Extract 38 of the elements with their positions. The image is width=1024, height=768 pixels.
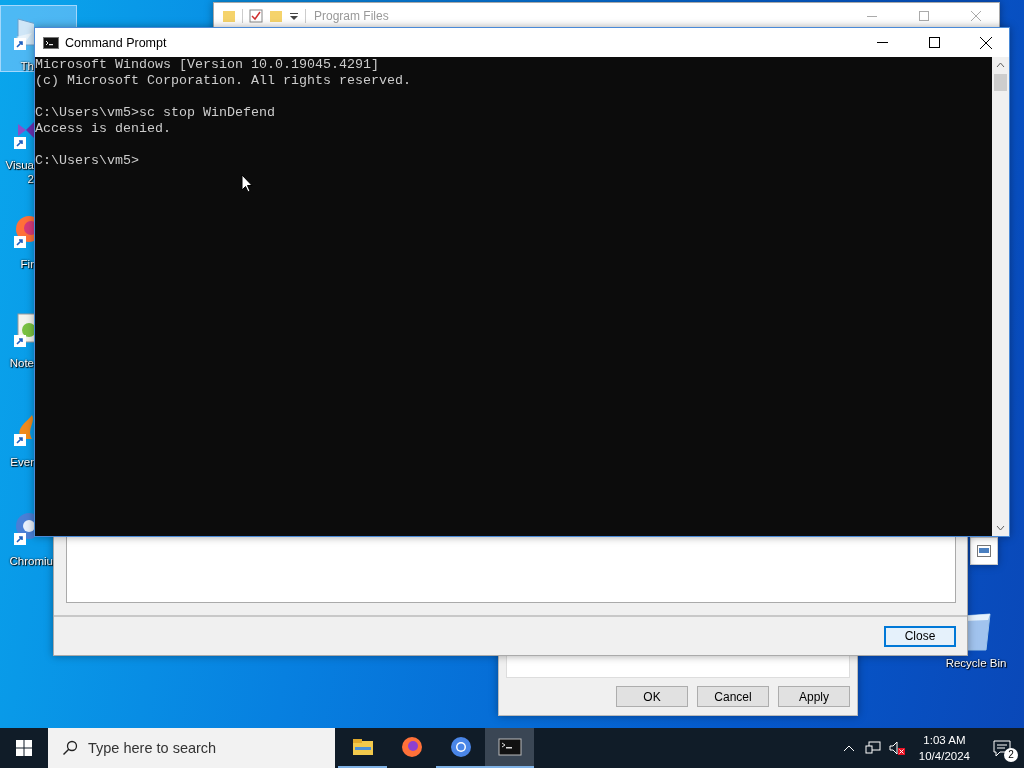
clock-time[interactable]: 1:03 AM (923, 732, 966, 748)
dialog-button[interactable]: OK (616, 686, 688, 707)
desktop-icon-label: 2 (27, 172, 34, 186)
desktop-icon-label: Visua (5, 158, 34, 172)
search-field[interactable]: Type here to search (48, 728, 335, 768)
window-title: Program Files (314, 9, 390, 23)
notification-icon[interactable] (992, 739, 1012, 757)
console-line: Access is denied. (35, 121, 171, 137)
windows-logo-icon (16, 740, 32, 756)
dialog-button[interactable]: Close (884, 625, 956, 647)
dialog-button[interactable]: Apply (778, 686, 850, 707)
desktop-icon-label: Note (9, 356, 34, 370)
taskbar-app-button[interactable] (485, 728, 534, 768)
terminal-icon (43, 36, 59, 49)
desktop-icon-label: Recycle Bin (945, 656, 1007, 670)
maximize-icon[interactable] (928, 37, 940, 48)
dialog-button[interactable]: Cancel (697, 686, 769, 707)
clock-date[interactable]: 10/4/2024 (918, 748, 970, 764)
chromium-icon (448, 735, 473, 759)
checklist-icon[interactable] (249, 9, 263, 23)
desktop-icon-label: Th (20, 59, 34, 73)
scrollbar[interactable] (992, 57, 1009, 536)
desktop-icon-label: Chromiu (9, 554, 53, 568)
console-line: Microsoft Windows [Version 10.0.19045.4291] (35, 57, 379, 73)
close-icon[interactable] (980, 36, 992, 49)
notification-count: 2 (1004, 748, 1018, 762)
desktop-icon-label: Ever (10, 455, 34, 469)
terminal-icon (497, 735, 522, 759)
desktop-icon-label: Fir (20, 257, 34, 271)
console-line: (c) Microsoft Corporation. All rights reserved. (35, 73, 411, 89)
console-line: C:\Users\vm5> (35, 153, 139, 169)
window-title: Command Prompt (65, 35, 168, 50)
console-line: C:\Users\vm5>sc stop WinDefend (35, 105, 275, 121)
pointer-icon (241, 174, 253, 193)
scrollbar-thumb[interactable] (994, 74, 1007, 91)
search-icon (62, 740, 78, 756)
image-icon[interactable] (977, 545, 991, 557)
firefox-icon (399, 735, 424, 759)
